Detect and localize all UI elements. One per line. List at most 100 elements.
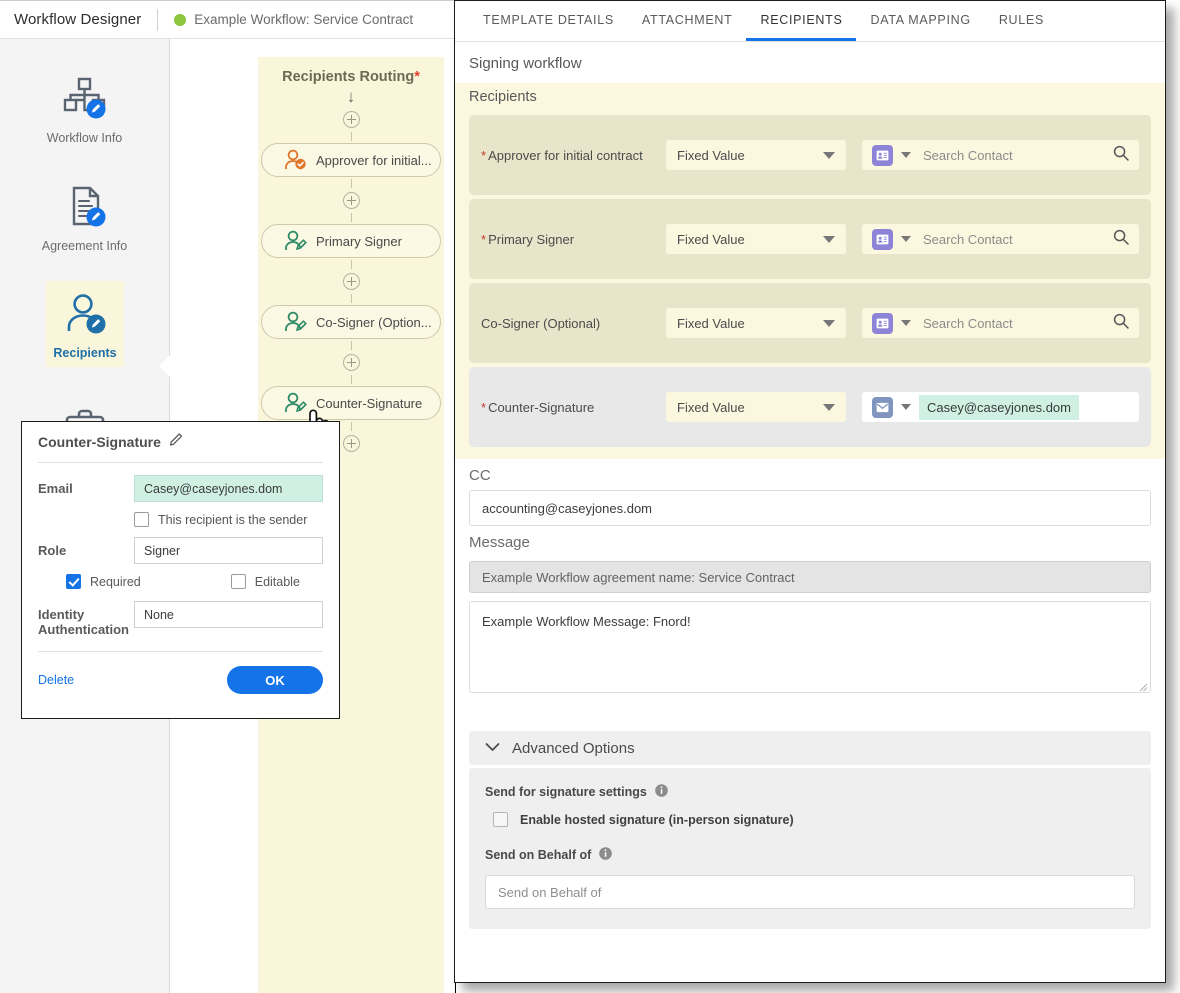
flow-node-approver[interactable]: Approver for initial... [261,143,441,177]
editable-checkbox[interactable] [230,574,246,589]
identity-auth-field[interactable]: None [134,601,323,628]
add-node-button-3[interactable] [342,354,360,371]
flow-connector [350,375,352,384]
hosted-signature-label: Enable hosted signature (in-person signa… [520,812,794,827]
role-field[interactable]: Signer [134,537,323,564]
email-field[interactable]: Casey@caseyjones.dom [134,475,323,502]
cc-input[interactable]: accounting@caseyjones.dom [469,490,1151,526]
add-node-button-4[interactable] [342,435,360,452]
search-contact-input-co-signer[interactable]: Search Contact [923,316,1113,331]
flow-node-primary-signer-label: Primary Signer [316,233,402,249]
ok-button[interactable]: OK [227,666,323,694]
app-header: Workflow Designer Example Workflow: Serv… [0,1,455,39]
chevron-down-icon[interactable] [901,404,911,410]
flow-connector [350,294,352,303]
send-on-behalf-label: Send on Behalf of [485,847,1135,863]
message-text: Example Workflow Message: Fnord! [482,614,691,629]
info-icon[interactable] [599,847,613,863]
sidebar-label-agreement-info: Agreement Info [41,239,128,253]
tab-data-mapping[interactable]: DATA MAPPING [856,13,984,41]
workflow-name: Example Workflow: Service Contract [194,12,414,27]
sidebar-selection-notch-icon [159,355,170,377]
role-label: Role [38,543,67,558]
value-type-select-approver[interactable]: Fixed Value [666,140,846,170]
signing-workflow-title: Signing workflow [469,55,582,72]
chevron-down-icon[interactable] [901,152,911,158]
flow-node-co-signer[interactable]: Co-Signer (Option... [261,305,441,339]
add-node-button-2[interactable] [342,273,360,290]
email-row: Email Casey@caseyjones.dom [38,475,323,502]
signer-icon [284,230,308,252]
tab-template-details[interactable]: TEMPLATE DETAILS [469,13,628,41]
flow-node-primary-signer[interactable]: Primary Signer [261,224,441,258]
recipient-label-text: Approver for initial contract [488,147,643,163]
advanced-options-body: Send for signature settings Enable hoste… [469,768,1151,929]
sidebar-item-recipients[interactable]: Recipients [46,281,124,367]
contact-email-value[interactable]: Casey@caseyjones.dom [919,394,1079,420]
required-star: * [481,231,487,247]
table-row: * Primary Signer Fixed Value Search Conta… [469,199,1151,279]
send-on-behalf-input[interactable]: Send on Behalf of [485,875,1135,909]
add-node-button-0[interactable] [342,111,360,128]
tab-recipients[interactable]: RECIPIENTS [746,13,857,41]
recipients-block: Recipients * Approver for initial contrac… [455,83,1165,459]
sidebar-label-workflow-info: Workflow Info [46,131,123,145]
value-type-select-label: Fixed Value [677,231,745,247]
flow-node-counter-signature[interactable]: Counter-Signature [261,386,441,420]
flow-arrow-icon: ↓ [346,87,356,106]
app-title: Workflow Designer [14,11,142,28]
tab-attachment[interactable]: ATTACHMENT [628,13,747,41]
pencil-icon[interactable] [169,432,184,452]
recipient-label-text: Primary Signer [488,231,575,247]
email-label: Email [38,481,73,496]
sidebar-item-workflow-info[interactable]: Workflow Info [0,65,169,153]
add-node-button-1[interactable] [342,192,360,209]
resize-handle-icon[interactable] [1138,680,1148,692]
dialog-footer: Delete OK [38,652,323,694]
tab-rules[interactable]: RULES [985,13,1058,41]
search-icon[interactable] [1113,145,1129,166]
hosted-signature-checkbox[interactable] [493,812,508,827]
message-textarea[interactable]: Example Workflow Message: Fnord! [469,601,1151,693]
routing-required-marker: * [414,69,420,85]
send-signature-settings-label: Send for signature settings [485,784,1135,800]
role-row: Role Signer [38,537,323,564]
flow-connector [350,260,352,269]
advanced-options-toggle[interactable]: Advanced Options [469,731,1151,765]
table-row: * Approver for initial contract Fixed Val… [469,115,1151,195]
identity-auth-row: Identity Authentication None [38,601,323,637]
search-icon[interactable] [1113,229,1129,250]
send-on-behalf-text: Send on Behalf of [485,848,592,862]
chevron-down-icon [485,739,500,757]
agreement-name-input[interactable]: Example Workflow agreement name: Service… [469,561,1151,593]
search-contact-input-approver[interactable]: Search Contact [923,148,1113,163]
contact-card-icon[interactable] [872,312,893,334]
chevron-down-icon[interactable] [901,236,911,242]
sidebar-item-agreement-info[interactable]: Agreement Info [0,173,169,261]
contact-field-counter-signature: Casey@caseyjones.dom [862,392,1139,422]
recipient-label-text: Co-Signer (Optional) [481,315,601,331]
value-type-select-label: Fixed Value [677,399,745,415]
sender-checkbox[interactable] [134,512,149,527]
sender-checkbox-row: This recipient is the sender [134,512,323,527]
chevron-down-icon[interactable] [901,320,911,326]
value-type-select-co-signer[interactable]: Fixed Value [666,308,846,338]
value-type-select-primary-signer[interactable]: Fixed Value [666,224,846,254]
advanced-options-label: Advanced Options [512,739,635,757]
contact-field-approver: Search Contact [862,140,1139,170]
envelope-icon[interactable] [872,396,893,418]
contact-card-icon[interactable] [872,228,893,250]
send-signature-settings-text: Send for signature settings [485,785,647,799]
signer-icon [284,311,308,333]
counter-signature-dialog: Counter-Signature Email Casey@caseyjones… [21,421,340,719]
required-checkbox[interactable] [66,574,81,589]
person-edit-icon [61,288,109,340]
contact-card-icon[interactable] [872,144,893,166]
search-contact-input-primary-signer[interactable]: Search Contact [923,232,1113,247]
info-icon[interactable] [655,784,668,800]
value-type-select-counter-signature[interactable]: Fixed Value [666,392,846,422]
search-icon[interactable] [1113,313,1129,334]
delete-button[interactable]: Delete [38,673,74,687]
contact-field-primary-signer: Search Contact [862,224,1139,254]
recipient-label-counter-signature: * Counter-Signature [481,400,666,415]
